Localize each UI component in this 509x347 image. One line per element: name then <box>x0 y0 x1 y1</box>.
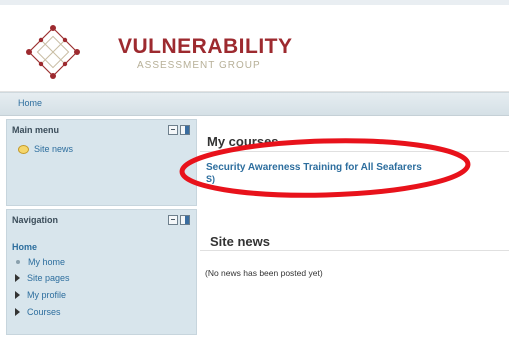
dock-icon[interactable] <box>180 125 190 135</box>
brand-title: VULNERABILITY <box>118 35 293 58</box>
bullet-icon <box>16 260 20 264</box>
main-menu-block: Main menu Site news <box>6 119 197 206</box>
main-menu-title: Main menu <box>12 125 60 135</box>
speech-bubble-icon <box>18 144 29 154</box>
breadcrumb-home-link[interactable]: Home <box>18 98 42 108</box>
nav-item-site-pages[interactable]: Site pages <box>15 273 70 283</box>
nav-item-label: Site pages <box>27 273 70 283</box>
expand-triangle-icon[interactable] <box>15 291 20 299</box>
my-courses-heading: My courses <box>207 134 279 149</box>
expand-triangle-icon[interactable] <box>15 308 20 316</box>
no-news-message: (No news has been posted yet) <box>205 268 323 278</box>
nav-item-label: My home <box>28 257 66 267</box>
brand-subtitle: ASSESSMENT GROUP <box>137 60 261 71</box>
course-link[interactable]: Security Awareness Training for All Seaf… <box>206 162 422 173</box>
expand-triangle-icon[interactable] <box>15 274 20 282</box>
navigation-controls <box>168 215 190 225</box>
nav-item-my-home[interactable]: My home <box>15 257 65 267</box>
course-extra-text: S) <box>206 174 215 184</box>
nav-item-courses[interactable]: Courses <box>15 307 61 317</box>
main-menu-item-site-news[interactable]: Site news <box>18 144 73 154</box>
section-divider <box>200 151 509 152</box>
dock-icon[interactable] <box>180 215 190 225</box>
site-header: VULNERABILITY ASSESSMENT GROUP <box>0 5 509 92</box>
nav-item-label: Courses <box>27 307 61 317</box>
main-menu-controls <box>168 125 190 135</box>
diamond-logo[interactable] <box>20 19 86 85</box>
breadcrumb-bar: Home <box>0 92 509 116</box>
nav-item-my-profile[interactable]: My profile <box>15 290 66 300</box>
collapse-icon[interactable] <box>168 215 178 225</box>
main-menu-item-label: Site news <box>34 144 74 154</box>
site-news-heading: Site news <box>210 234 270 249</box>
navigation-title: Navigation <box>12 215 59 225</box>
navigation-block: Navigation Home My home Site pages My pr… <box>6 209 197 335</box>
collapse-icon[interactable] <box>168 125 178 135</box>
nav-item-label: My profile <box>27 290 67 300</box>
nav-home-link[interactable]: Home <box>12 242 37 252</box>
section-divider <box>200 250 509 251</box>
